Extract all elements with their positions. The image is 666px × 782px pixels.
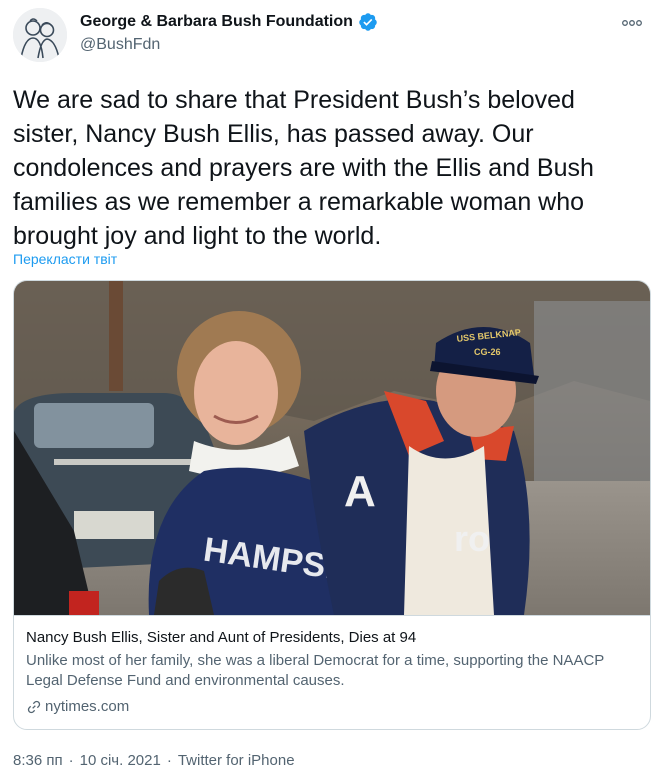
card-image[interactable]: HAMPSHIRE USS BELKNAP CG-26 A ro — [14, 281, 650, 615]
tweet-meta: 8:36 пп · 10 січ. 2021 · Twitter for iPh… — [13, 752, 295, 769]
author-name[interactable]: George & Barbara Bush Foundation — [80, 13, 353, 31]
tweet-text: We are sad to share that President Bush’… — [13, 86, 594, 250]
svg-text:A: A — [344, 467, 376, 516]
link-preview-card[interactable]: HAMPSHIRE USS BELKNAP CG-26 A ro Nancy B… — [13, 280, 651, 730]
news-photo: HAMPSHIRE USS BELKNAP CG-26 A ro — [14, 281, 650, 615]
card-body[interactable]: Nancy Bush Ellis, Sister and Aunt of Pre… — [14, 615, 650, 729]
meta-separator: · — [68, 752, 74, 769]
tweet-date[interactable]: 10 січ. 2021 — [80, 752, 161, 769]
ellipsis-icon — [622, 20, 642, 26]
cap-subtext: CG-26 — [474, 347, 501, 357]
card-domain[interactable]: nytimes.com — [26, 697, 638, 717]
verified-badge-icon — [358, 12, 378, 32]
tweet: George & Barbara Bush Foundation @BushFd… — [0, 0, 666, 782]
author-name-row[interactable]: George & Barbara Bush Foundation — [80, 12, 378, 32]
tweet-source[interactable]: Twitter for iPhone — [178, 752, 295, 769]
foundation-logo-icon — [13, 8, 67, 62]
card-description: Unlike most of her family, she was a lib… — [26, 652, 605, 689]
translate-tweet-link[interactable]: Перекласти твіт — [13, 251, 117, 267]
link-icon — [26, 699, 42, 715]
more-options-button[interactable] — [620, 13, 644, 33]
meta-separator: · — [166, 752, 172, 769]
svg-text:ro: ro — [454, 518, 490, 559]
author-handle[interactable]: @BushFdn — [80, 36, 160, 54]
author-avatar[interactable] — [13, 8, 67, 62]
card-title[interactable]: Nancy Bush Ellis, Sister and Aunt of Pre… — [26, 628, 638, 648]
card-domain-text[interactable]: nytimes.com — [45, 697, 129, 717]
tweet-time[interactable]: 8:36 пп — [13, 752, 63, 769]
